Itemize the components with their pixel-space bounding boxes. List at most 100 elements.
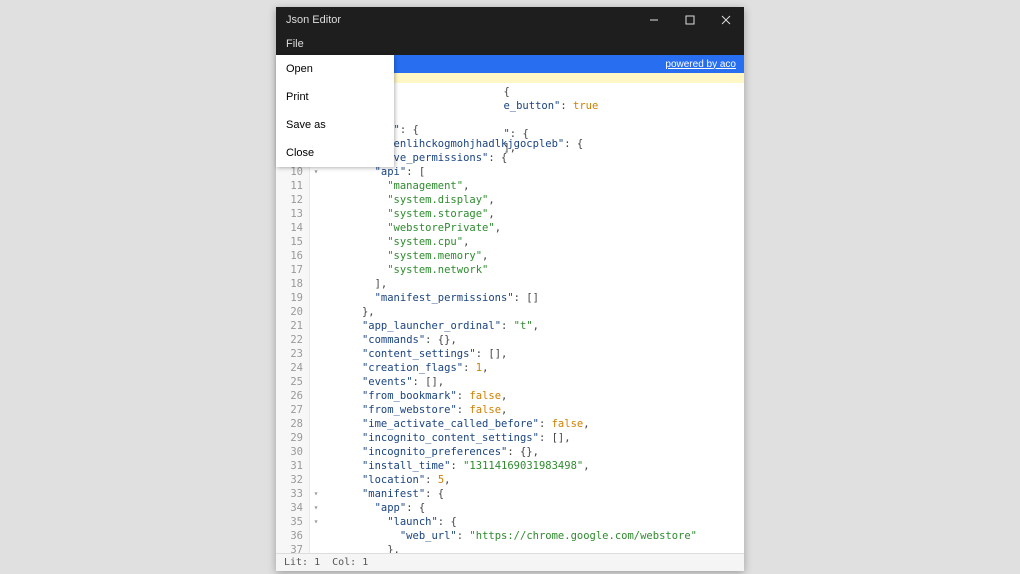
code-line[interactable]: ], [394, 141, 516, 155]
menu-item-open[interactable]: Open [276, 55, 394, 83]
minimize-icon [649, 15, 659, 25]
code-line[interactable]: 37 }, [276, 543, 744, 553]
code-line[interactable]: 26 "from_bookmark": false, [276, 389, 744, 403]
line-content[interactable]: "app_launcher_ordinal": "t", [322, 319, 744, 333]
gutter: 19 [276, 291, 310, 305]
code-line[interactable]: 17 "system.network" [276, 263, 744, 277]
fold-marker [310, 543, 322, 553]
line-content[interactable]: "content_settings": [], [322, 347, 744, 361]
code-line[interactable]: 31 "install_time": "13114169031983498", [276, 459, 744, 473]
gutter: 34 [276, 501, 310, 515]
fold-marker[interactable]: ▾ [310, 501, 322, 515]
line-content[interactable]: "app": { [322, 501, 744, 515]
line-content[interactable]: }, [322, 305, 744, 319]
code-line[interactable]: 22 "commands": {}, [276, 333, 744, 347]
fold-marker [310, 263, 322, 277]
code-line[interactable]: 36 "web_url": "https://chrome.google.com… [276, 529, 744, 543]
code-line[interactable]: 21 "app_launcher_ordinal": "t", [276, 319, 744, 333]
menu-item-close[interactable]: Close [276, 139, 394, 167]
line-content[interactable]: "incognito_content_settings": [], [322, 431, 744, 445]
fold-marker[interactable]: ▾ [310, 165, 322, 179]
code-line[interactable]: 25 "events": [], [276, 375, 744, 389]
fold-marker [310, 221, 322, 235]
code-line[interactable]: 13 "system.storage", [276, 207, 744, 221]
menu-item-print[interactable]: Print [276, 83, 394, 111]
line-content[interactable]: ], [322, 277, 744, 291]
code-line[interactable]: e_button": true [394, 99, 598, 113]
code-line[interactable]: 24 "creation_flags": 1, [276, 361, 744, 375]
gutter: 14 [276, 221, 310, 235]
code-line[interactable]: 11 "management", [276, 179, 744, 193]
line-content[interactable]: "system.cpu", [322, 235, 744, 249]
close-button[interactable] [708, 7, 744, 33]
line-content[interactable]: }, [322, 543, 744, 553]
line-content[interactable]: "manifest_permissions": [] [322, 291, 744, 305]
code-line[interactable]: ": { [394, 127, 529, 141]
code-line[interactable]: 30 "incognito_preferences": {}, [276, 445, 744, 459]
line-content[interactable]: "manifest": { [322, 487, 744, 501]
code-line[interactable]: 10▾ "api": [ [276, 165, 744, 179]
window-controls [636, 7, 744, 33]
code-line[interactable]: 14 "webstorePrivate", [276, 221, 744, 235]
code-line[interactable]: 15 "system.cpu", [276, 235, 744, 249]
fold-marker[interactable]: ▾ [310, 515, 322, 529]
fold-marker [310, 249, 322, 263]
line-content[interactable]: "incognito_preferences": {}, [322, 445, 744, 459]
line-content[interactable]: "system.display", [322, 193, 744, 207]
line-content[interactable]: "ime_activate_called_before": false, [322, 417, 744, 431]
code-line[interactable]: 32 "location": 5, [276, 473, 744, 487]
gutter: 31 [276, 459, 310, 473]
code-line[interactable]: 12 "system.display", [276, 193, 744, 207]
line-content[interactable]: "events": [], [322, 375, 744, 389]
menu-item-save-as[interactable]: Save as [276, 111, 394, 139]
fold-marker [310, 319, 322, 333]
code-line[interactable] [394, 113, 396, 127]
gutter: 26 [276, 389, 310, 403]
line-content[interactable]: "system.memory", [322, 249, 744, 263]
line-content[interactable]: "from_webstore": false, [322, 403, 744, 417]
line-content[interactable]: e_button": true [394, 99, 598, 113]
code-line[interactable]: 23 "content_settings": [], [276, 347, 744, 361]
code-line[interactable]: 19 "manifest_permissions": [] [276, 291, 744, 305]
fold-marker[interactable]: ▾ [310, 487, 322, 501]
code-line[interactable]: { [394, 85, 510, 99]
line-content[interactable]: "web_url": "https://chrome.google.com/we… [322, 529, 744, 543]
gutter: 28 [276, 417, 310, 431]
close-icon [721, 15, 731, 25]
code-line[interactable]: 16 "system.memory", [276, 249, 744, 263]
menu-file[interactable]: File [286, 38, 304, 50]
line-content[interactable]: { [394, 85, 510, 99]
fold-marker [310, 529, 322, 543]
code-line[interactable]: 34▾ "app": { [276, 501, 744, 515]
line-content[interactable]: ], [394, 141, 516, 155]
line-content[interactable]: "creation_flags": 1, [322, 361, 744, 375]
line-content[interactable] [394, 113, 396, 127]
line-content[interactable]: "launch": { [322, 515, 744, 529]
minimize-button[interactable] [636, 7, 672, 33]
code-line[interactable]: 27 "from_webstore": false, [276, 403, 744, 417]
code-line[interactable]: 33▾ "manifest": { [276, 487, 744, 501]
maximize-button[interactable] [672, 7, 708, 33]
line-content[interactable]: "from_bookmark": false, [322, 389, 744, 403]
powered-by-link[interactable]: powered by aco [665, 59, 736, 70]
code-line[interactable]: 29 "incognito_content_settings": [], [276, 431, 744, 445]
window-title: Json Editor [286, 14, 636, 26]
line-content[interactable]: "api": [ [322, 165, 744, 179]
line-content[interactable]: "location": 5, [322, 473, 744, 487]
line-content[interactable]: "management", [322, 179, 744, 193]
gutter: 13 [276, 207, 310, 221]
line-content[interactable]: "system.storage", [322, 207, 744, 221]
gutter: 23 [276, 347, 310, 361]
line-content[interactable]: "commands": {}, [322, 333, 744, 347]
line-content[interactable]: "install_time": "13114169031983498", [322, 459, 744, 473]
line-content[interactable]: "webstorePrivate", [322, 221, 744, 235]
code-line[interactable]: 20 }, [276, 305, 744, 319]
gutter: 35 [276, 515, 310, 529]
titlebar[interactable]: Json Editor [276, 7, 744, 33]
line-content[interactable]: ": { [394, 127, 529, 141]
gutter: 16 [276, 249, 310, 263]
code-line[interactable]: 18 ], [276, 277, 744, 291]
code-line[interactable]: 28 "ime_activate_called_before": false, [276, 417, 744, 431]
line-content[interactable]: "system.network" [322, 263, 744, 277]
code-line[interactable]: 35▾ "launch": { [276, 515, 744, 529]
